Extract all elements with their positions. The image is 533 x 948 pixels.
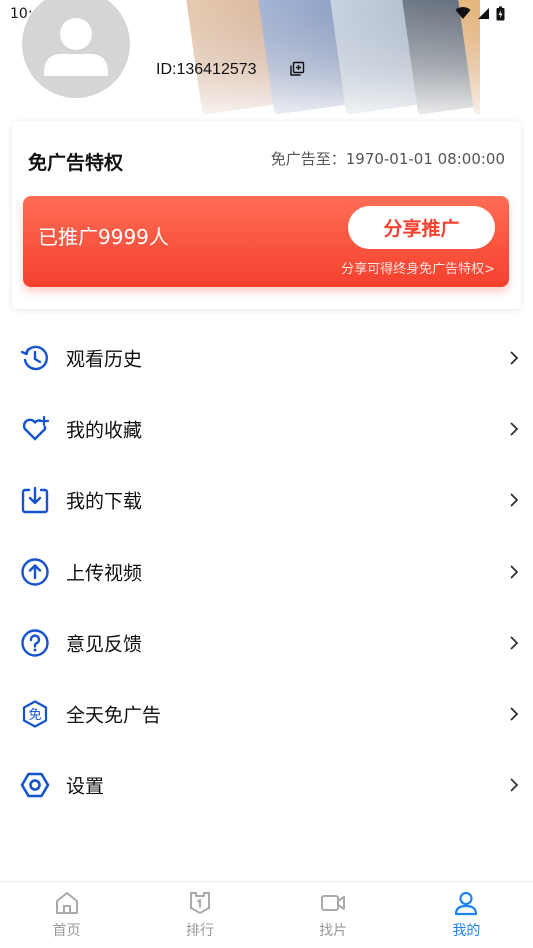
nav-label: 找片: [319, 923, 348, 939]
signal-icon: [478, 8, 489, 19]
share-promote-button[interactable]: 分享推广: [348, 206, 495, 249]
menu-label: 我的收藏: [66, 419, 143, 442]
nav-tab-home[interactable]: 首页: [0, 882, 133, 948]
chevron-right-icon: [510, 564, 519, 579]
home-icon: [55, 892, 78, 914]
nav-label: 首页: [52, 923, 81, 939]
user-id: ID:136412573: [156, 61, 257, 78]
ad-free-title: 免广告特权: [28, 152, 124, 174]
menu-item-feedback[interactable]: 意见反馈: [0, 607, 533, 678]
menu-item-downloads[interactable]: 我的下载: [0, 465, 533, 536]
menu-item-settings[interactable]: 设置: [0, 750, 533, 821]
menu-label: 我的下载: [66, 490, 143, 513]
promoted-count: 已推广9999人: [38, 225, 169, 249]
upload-icon: [21, 557, 49, 586]
download-icon: [21, 487, 49, 514]
nav-label: 排行: [185, 923, 214, 939]
nav-tab-find-videos[interactable]: 找片: [267, 882, 400, 948]
chevron-right-icon: [510, 636, 519, 650]
heart-plus-icon: [22, 415, 50, 441]
history-icon: [20, 345, 49, 370]
video-icon: [321, 895, 346, 911]
profile-header: 10:46 ID:136412573: [0, 0, 533, 122]
chevron-right-icon: [510, 422, 519, 436]
user-icon: [455, 891, 478, 916]
nav-tab-mine[interactable]: 我的: [400, 882, 533, 948]
chevron-right-icon: [510, 707, 519, 721]
copy-icon[interactable]: [289, 61, 305, 77]
avatar[interactable]: [22, 0, 130, 98]
menu-label: 意见反馈: [66, 633, 143, 656]
battery-icon: [496, 6, 505, 21]
chevron-right-icon: [510, 778, 519, 793]
wifi-icon: [455, 7, 471, 20]
share-subtitle-link[interactable]: 分享可得终身免广告特权>: [341, 258, 495, 277]
svg-text:免: 免: [28, 708, 41, 723]
ranking-icon: [189, 892, 210, 914]
help-icon: [21, 629, 49, 657]
menu-item-upload-video[interactable]: 上传视频: [0, 536, 533, 607]
chevron-right-icon: [510, 493, 519, 507]
default-avatar-icon: [44, 18, 108, 76]
menu-list: 观看历史 我的收藏 我的下载 上传视频 意见反馈 免 全天免广告 设置: [0, 322, 533, 821]
menu-label: 设置: [66, 775, 105, 798]
nav-label: 我的: [452, 923, 481, 939]
ad-free-until: 免广告至：1970-01-01 08:00:00: [270, 150, 505, 168]
menu-item-watch-history[interactable]: 观看历史: [0, 322, 533, 393]
menu-label: 观看历史: [66, 348, 143, 371]
ad-free-card: 免广告特权 免广告至：1970-01-01 08:00:00 已推广9999人 …: [12, 121, 521, 309]
menu-label: 上传视频: [66, 562, 143, 585]
chevron-right-icon: [510, 351, 519, 365]
promotion-banner: 已推广9999人 分享推广 分享可得终身免广告特权>: [23, 196, 509, 287]
menu-label: 全天免广告: [66, 704, 162, 727]
ad-free-icon: 免: [22, 700, 48, 728]
settings-icon: [20, 773, 50, 798]
menu-item-ad-free[interactable]: 免 全天免广告: [0, 678, 533, 749]
nav-tab-ranking[interactable]: 排行: [133, 882, 266, 948]
bottom-navigation: 首页 排行 找片 我的: [0, 881, 533, 948]
menu-item-favorites[interactable]: 我的收藏: [0, 393, 533, 464]
